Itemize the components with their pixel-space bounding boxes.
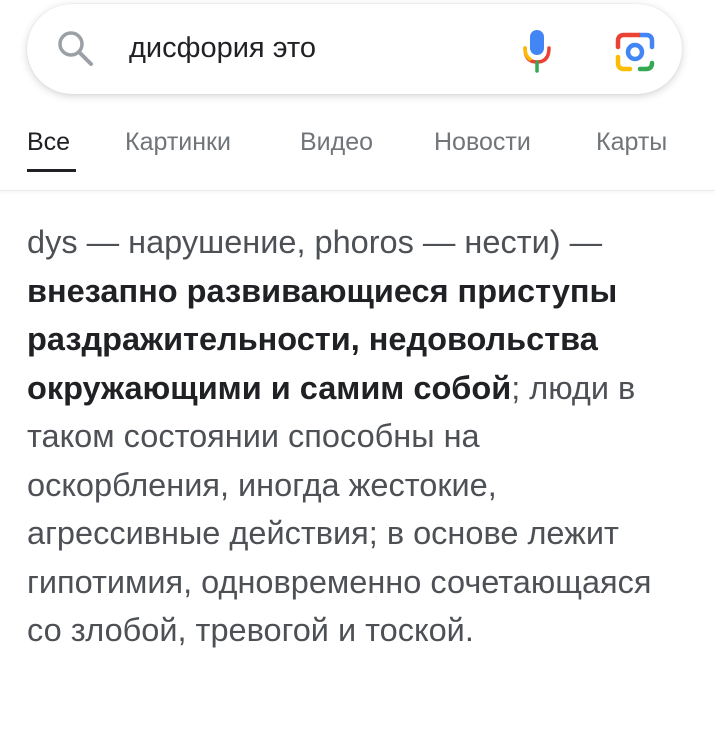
- tab-maps[interactable]: Карты: [596, 128, 667, 157]
- search-input[interactable]: дисфория это: [129, 32, 316, 65]
- tab-images[interactable]: Картинки: [125, 128, 231, 157]
- snippet-text-after: ; люди в таком состоянии способны на оск…: [27, 369, 652, 649]
- featured-snippet: dys — нарушение, phoros — нести) — внеза…: [27, 218, 687, 655]
- search-icon[interactable]: [55, 28, 95, 68]
- active-tab-indicator: [27, 169, 76, 172]
- google-lens-icon[interactable]: [614, 31, 656, 73]
- search-tabs: Все Картинки Видео Новости Карты: [0, 110, 715, 191]
- mic-icon[interactable]: [521, 26, 553, 74]
- tab-all[interactable]: Все: [27, 128, 70, 157]
- snippet-text-before: dys — нарушение, phoros — нести) —: [27, 224, 603, 260]
- tab-video[interactable]: Видео: [300, 128, 373, 157]
- tab-news[interactable]: Новости: [434, 128, 531, 157]
- search-bar[interactable]: дисфория это: [27, 4, 682, 94]
